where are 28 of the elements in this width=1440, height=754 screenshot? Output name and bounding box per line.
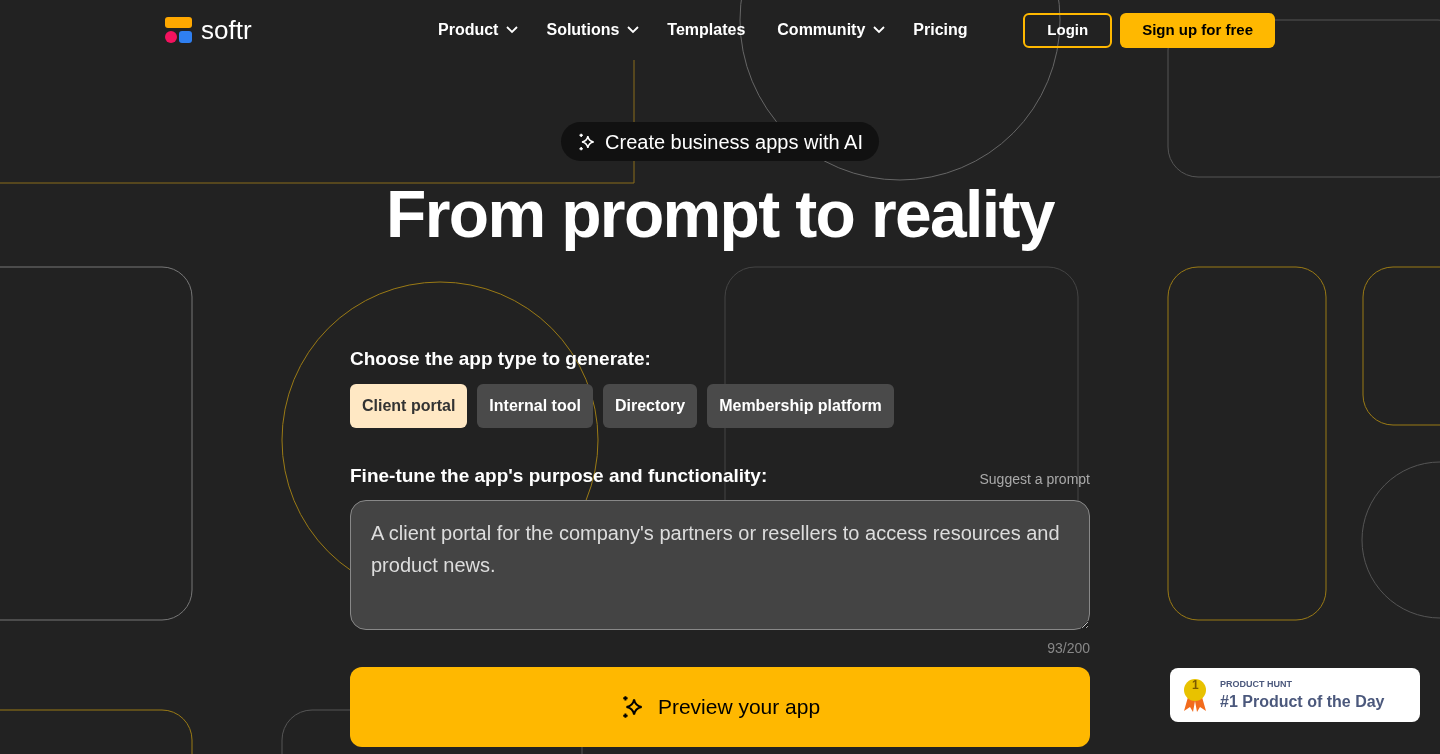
chevron-down-icon <box>873 26 886 34</box>
product-hunt-badge[interactable]: 1 PRODUCT HUNT #1 Product of the Day <box>1170 668 1420 722</box>
nav-link[interactable]: Solutions <box>546 18 640 42</box>
preview-button[interactable]: Preview your app <box>350 667 1090 747</box>
ai-badge: Create business apps with AI <box>561 122 879 161</box>
nav-link[interactable]: Pricing <box>913 18 968 42</box>
nav-link[interactable]: Community <box>777 18 886 42</box>
chevron-down-icon <box>627 26 640 34</box>
prompt-field[interactable]: A client portal for the company's partners or resellers to access resources and product news. <box>350 500 1090 630</box>
product-hunt-title: #1 Product of the Day <box>1220 691 1385 712</box>
chevron-down-icon <box>506 26 519 34</box>
medal-number: 1 <box>1192 679 1199 691</box>
nav-link[interactable]: Templates <box>667 18 746 42</box>
product-hunt-kicker: PRODUCT HUNT <box>1220 678 1293 692</box>
app-type-chip[interactable]: Internal tool <box>477 383 593 428</box>
suggest-prompt-link[interactable]: Suggest a prompt <box>979 469 1090 490</box>
logo-wordmark[interactable]: softr <box>201 17 252 43</box>
app-type-chip[interactable]: Client portal <box>350 383 468 428</box>
signup-button[interactable]: Sign up for free <box>1120 12 1275 48</box>
app-type-chip[interactable]: Membership platform <box>707 383 894 428</box>
app-type-label: Choose the app type to generate: <box>350 347 652 371</box>
app-type-chip[interactable]: Directory <box>602 383 698 428</box>
purpose-label: Fine-tune the app's purpose and functionality: <box>350 463 768 488</box>
medal-icon <box>1182 677 1208 713</box>
nav-link[interactable]: Product <box>438 18 519 42</box>
login-button[interactable]: Login <box>1023 12 1113 48</box>
character-counter: 93/200 <box>1047 639 1090 658</box>
logo-icon[interactable] <box>165 16 193 44</box>
